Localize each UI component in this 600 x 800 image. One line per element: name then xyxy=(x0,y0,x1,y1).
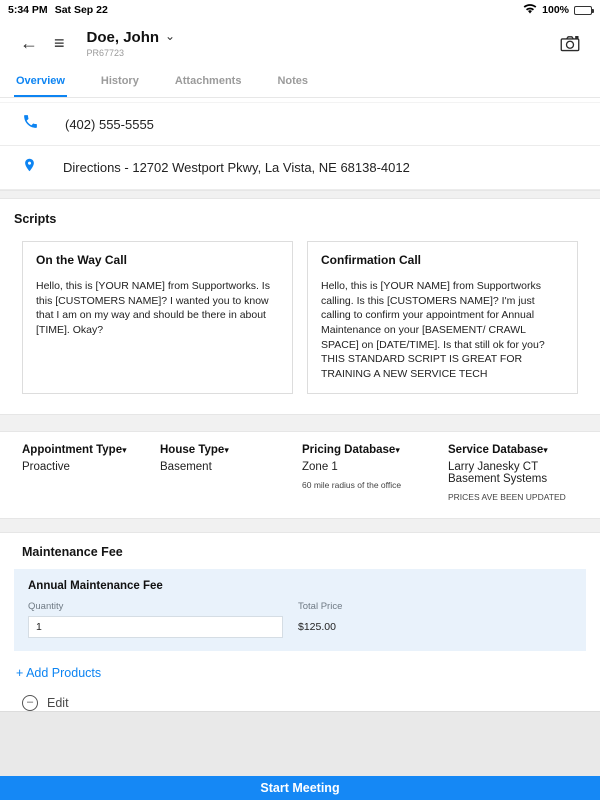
settings-row: Appointment Type▾ Proactive House Type▾ … xyxy=(0,432,600,518)
back-button[interactable]: ← xyxy=(16,30,42,56)
menu-button[interactable]: ≡ xyxy=(50,30,69,56)
house-type-dropdown[interactable]: House Type▾ Basement xyxy=(160,444,302,502)
quantity-label: Quantity xyxy=(28,601,298,612)
dropdown-value: Proactive xyxy=(22,461,160,473)
status-bar: 5:34 PM Sat Sep 22 100% xyxy=(0,0,600,20)
customer-title-block[interactable]: Doe, John ⌄ PR67723 xyxy=(87,29,176,58)
dropdown-value: Basement xyxy=(160,461,302,473)
tab-history[interactable]: History xyxy=(99,66,141,97)
edit-label: Edit xyxy=(47,696,69,710)
caret-down-icon: ▾ xyxy=(122,445,127,455)
dropdown-note: 60 mile radius of the office xyxy=(302,480,448,490)
script-card-title: On the Way Call xyxy=(36,253,279,267)
caret-down-icon: ▾ xyxy=(543,445,548,455)
battery-percent: 100% xyxy=(542,4,569,16)
fee-item-title: Annual Maintenance Fee xyxy=(28,580,572,592)
pricing-database-dropdown[interactable]: Pricing Database▾ Zone 1 60 mile radius … xyxy=(302,444,448,502)
chevron-down-icon: ⌄ xyxy=(165,29,175,43)
quantity-input[interactable] xyxy=(28,616,283,638)
dropdown-value: Zone 1 xyxy=(302,461,448,473)
phone-row[interactable]: (402) 555-5555 xyxy=(0,102,600,146)
annual-maintenance-fee-card: Annual Maintenance Fee Quantity Total Pr… xyxy=(14,569,586,651)
battery-icon xyxy=(574,6,592,15)
total-price-label: Total Price xyxy=(298,601,342,612)
script-card-on-the-way: On the Way Call Hello, this is [YOUR NAM… xyxy=(22,241,293,394)
script-card-body: Hello, this is [YOUR NAME] from Supportw… xyxy=(321,279,564,382)
status-left: 5:34 PM Sat Sep 22 xyxy=(8,4,108,16)
dropdown-label: Service Database▾ xyxy=(448,444,578,456)
contact-section: (402) 555-5555 Directions - 12702 Westpo… xyxy=(0,98,600,190)
status-right: 100% xyxy=(523,3,592,17)
edit-button[interactable]: – Edit xyxy=(14,695,586,711)
empty-area xyxy=(0,711,600,776)
tab-notes[interactable]: Notes xyxy=(275,66,310,97)
phone-icon xyxy=(22,113,39,135)
status-date: Sat Sep 22 xyxy=(55,4,108,16)
dropdown-note: PRICES AVE BEEN UPDATED xyxy=(448,492,578,502)
tab-overview[interactable]: Overview xyxy=(14,66,67,97)
caret-down-icon: ▾ xyxy=(224,445,229,455)
directions-text: Directions - 12702 Westport Pkwy, La Vis… xyxy=(63,160,410,175)
script-card-title: Confirmation Call xyxy=(321,253,564,267)
minus-circle-icon: – xyxy=(22,695,38,711)
dropdown-label: Appointment Type▾ xyxy=(22,444,160,456)
dropdown-label: House Type▾ xyxy=(160,444,302,456)
total-price-value: $125.00 xyxy=(298,621,342,633)
caret-down-icon: ▾ xyxy=(395,445,400,455)
dropdown-label: Pricing Database▾ xyxy=(302,444,448,456)
header: ← ≡ Doe, John ⌄ PR67723 xyxy=(0,20,600,66)
script-card-body: Hello, this is [YOUR NAME] from Supportw… xyxy=(36,279,279,338)
add-products-button[interactable]: + Add Products xyxy=(16,666,101,680)
wifi-icon xyxy=(523,3,537,17)
scripts-heading: Scripts xyxy=(14,212,586,226)
camera-button[interactable] xyxy=(556,31,584,56)
page-title: Doe, John xyxy=(87,29,160,46)
dropdown-value: Larry Janesky CT Basement Systems xyxy=(448,461,578,485)
appointment-type-dropdown[interactable]: Appointment Type▾ Proactive xyxy=(22,444,160,502)
maintenance-heading: Maintenance Fee xyxy=(14,545,586,559)
status-time: 5:34 PM xyxy=(8,4,48,16)
scripts-section: Scripts On the Way Call Hello, this is [… xyxy=(0,199,600,414)
app-screen: 5:34 PM Sat Sep 22 100% ← ≡ Doe, John ⌄ … xyxy=(0,0,600,800)
tab-attachments[interactable]: Attachments xyxy=(173,66,244,97)
camera-icon xyxy=(560,35,580,52)
directions-row[interactable]: Directions - 12702 Westport Pkwy, La Vis… xyxy=(0,146,600,190)
maintenance-section: Maintenance Fee Annual Maintenance Fee Q… xyxy=(0,533,600,711)
start-meeting-button[interactable]: Start Meeting xyxy=(0,776,600,800)
divider-band xyxy=(0,190,600,199)
divider-band xyxy=(0,518,600,533)
script-card-confirmation: Confirmation Call Hello, this is [YOUR N… xyxy=(307,241,578,394)
customer-id: PR67723 xyxy=(87,48,176,58)
phone-number: (402) 555-5555 xyxy=(65,117,154,132)
location-pin-icon xyxy=(22,156,37,179)
service-database-dropdown[interactable]: Service Database▾ Larry Janesky CT Basem… xyxy=(448,444,578,502)
divider-band xyxy=(0,414,600,432)
tab-bar: Overview History Attachments Notes xyxy=(0,66,600,98)
